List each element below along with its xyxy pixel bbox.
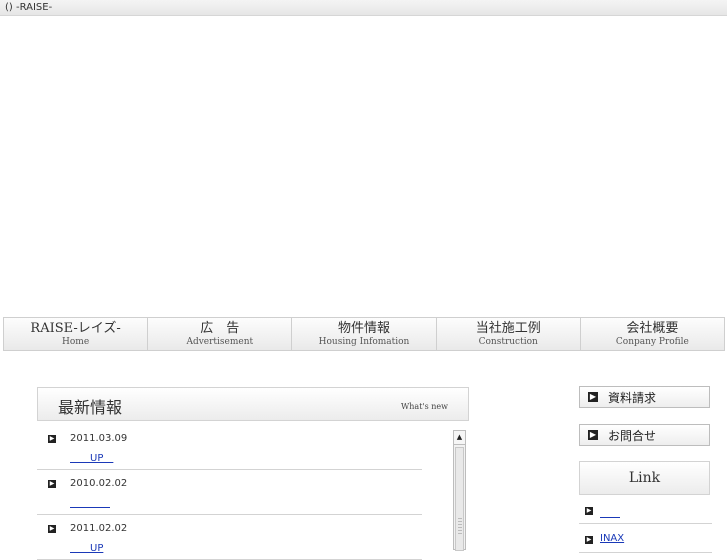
news-date: 2011.02.02 — [70, 523, 128, 534]
contact-label: お問合せ — [608, 429, 657, 443]
nav-label: RAISE-レイズ- — [30, 321, 121, 336]
news-date: 2011.03.09 — [70, 433, 128, 444]
scroll-thumb[interactable] — [455, 447, 464, 551]
link-header: Link — [579, 461, 710, 495]
window-title-bar: () -RAISE- — [0, 0, 727, 16]
grip-icon — [458, 518, 462, 536]
news-date: 2010.02.02 — [70, 478, 128, 489]
list-item: ▶ 2010.02.02 — [37, 470, 422, 515]
nav-sublabel: Conpany Profile — [615, 337, 689, 347]
news-scrollbar[interactable]: ▲ — [453, 430, 466, 551]
nav-item-advertisement[interactable]: 広 告 Advertisement — [148, 318, 293, 350]
nav-item-company[interactable]: 会社概要 Conpany Profile — [581, 318, 724, 350]
nav-label: 広 告 — [200, 321, 240, 336]
side-link[interactable] — [600, 504, 620, 519]
news-list: ▶ 2011.03.09 UP ▶ 2010.02.02 ▶ 2011.02.0… — [37, 425, 422, 560]
news-link[interactable] — [70, 494, 110, 509]
news-title: 最新情報 — [58, 398, 123, 417]
side-link-inax[interactable]: INAX — [600, 533, 624, 544]
nav-sublabel: Housing Infomation — [318, 337, 410, 347]
arrow-right-icon: ▶ — [585, 536, 593, 544]
list-item: ▶ 2011.02.02 UP — [37, 515, 422, 560]
nav-sublabel: Construction — [478, 337, 538, 347]
arrow-right-icon: ▶ — [48, 480, 56, 488]
window-title: () -RAISE- — [5, 2, 53, 13]
nav-item-construction[interactable]: 当社施工例 Construction — [437, 318, 581, 350]
nav-label: 物件情報 — [338, 321, 391, 336]
side-links: ▶ ▶ INAX — [579, 501, 712, 559]
request-materials-button[interactable]: ▶ 資料請求 — [579, 386, 710, 408]
contact-button[interactable]: ▶ お問合せ — [579, 424, 710, 446]
arrow-right-icon: ▶ — [588, 430, 598, 440]
arrow-right-icon: ▶ — [588, 392, 598, 402]
news-link[interactable]: UP — [70, 449, 113, 464]
list-item: ▶ INAX — [579, 530, 712, 553]
news-subtitle: What's new — [401, 402, 448, 411]
nav-label: 当社施工例 — [475, 321, 541, 336]
main-nav: RAISE-レイズ- Home 広 告 Advertisement 物件情報 H… — [3, 317, 725, 351]
nav-item-housing[interactable]: 物件情報 Housing Infomation — [292, 318, 437, 350]
list-item: ▶ — [579, 501, 712, 524]
scroll-up-icon[interactable]: ▲ — [454, 431, 465, 445]
news-link[interactable]: UP — [70, 539, 103, 554]
arrow-right-icon: ▶ — [48, 435, 56, 443]
nav-sublabel: Advertisement — [186, 337, 254, 347]
arrow-right-icon: ▶ — [585, 507, 593, 515]
nav-label: 会社概要 — [626, 321, 679, 336]
news-header: 最新情報 What's new — [37, 387, 469, 421]
arrow-right-icon: ▶ — [48, 525, 56, 533]
request-materials-label: 資料請求 — [608, 391, 657, 405]
nav-sublabel: Home — [62, 337, 90, 347]
nav-item-home[interactable]: RAISE-レイズ- Home — [4, 318, 149, 350]
list-item: ▶ 2011.03.09 UP — [37, 425, 422, 470]
